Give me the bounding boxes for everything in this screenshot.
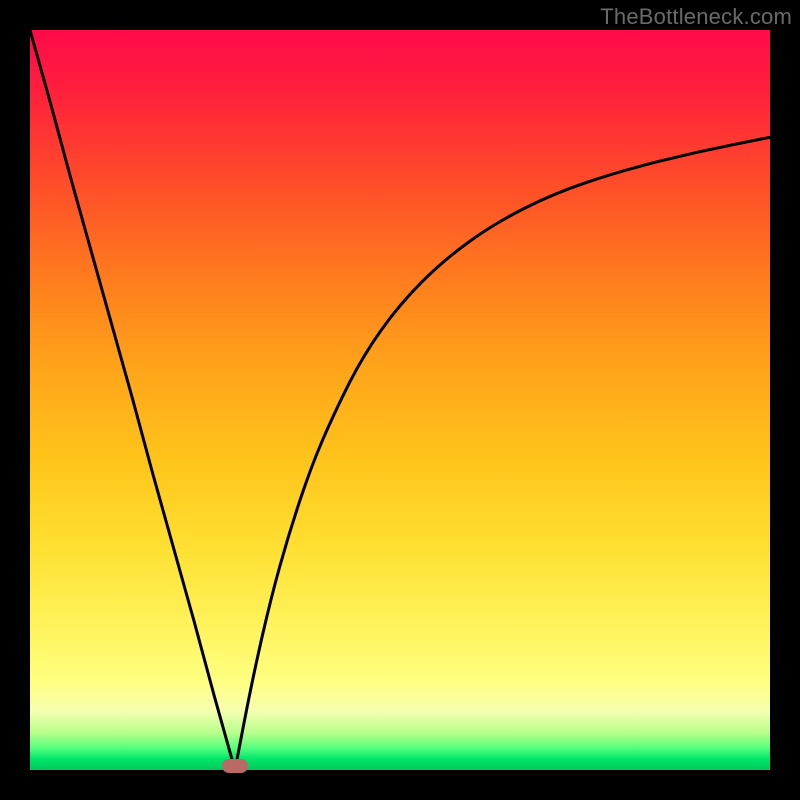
watermark-text: TheBottleneck.com [600,4,792,30]
bottleneck-marker [222,759,248,773]
plot-area [30,30,770,770]
curve-path [30,30,770,770]
chart-frame: TheBottleneck.com [0,0,800,800]
curve-svg [30,30,770,770]
